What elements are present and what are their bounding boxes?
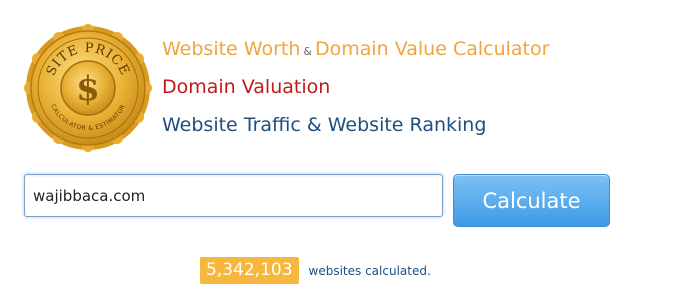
domain-search-input[interactable] xyxy=(24,174,443,217)
website-worth-link[interactable]: Website Worth xyxy=(162,38,300,60)
domain-value-calculator-link[interactable]: Domain Value Calculator xyxy=(315,38,549,60)
worth-calculator-headline[interactable]: Website Worth & Domain Value Calculator xyxy=(162,36,692,62)
websites-calculated-label: websites calculated. xyxy=(308,263,431,278)
site-price-seal-logo[interactable]: SITE PRICE CALCULATOR & ESTIMATOR $ xyxy=(22,22,154,154)
ampersand: & xyxy=(303,45,312,58)
domain-valuation-link[interactable]: Domain Valuation xyxy=(162,74,692,100)
headlines: Website Worth & Domain Value Calculator Do… xyxy=(162,36,692,138)
page: SITE PRICE CALCULATOR & ESTIMATOR $ Webs… xyxy=(0,0,700,296)
calculate-button[interactable]: Calculate xyxy=(453,174,610,227)
seal-icon: SITE PRICE CALCULATOR & ESTIMATOR $ xyxy=(24,24,152,152)
websites-count-badge: 5,342,103 xyxy=(200,257,299,284)
stats-row: 5,342,103 websites calculated. xyxy=(200,257,431,284)
traffic-ranking-link[interactable]: Website Traffic & Website Ranking xyxy=(162,112,692,138)
dollar-symbol: $ xyxy=(76,69,100,109)
